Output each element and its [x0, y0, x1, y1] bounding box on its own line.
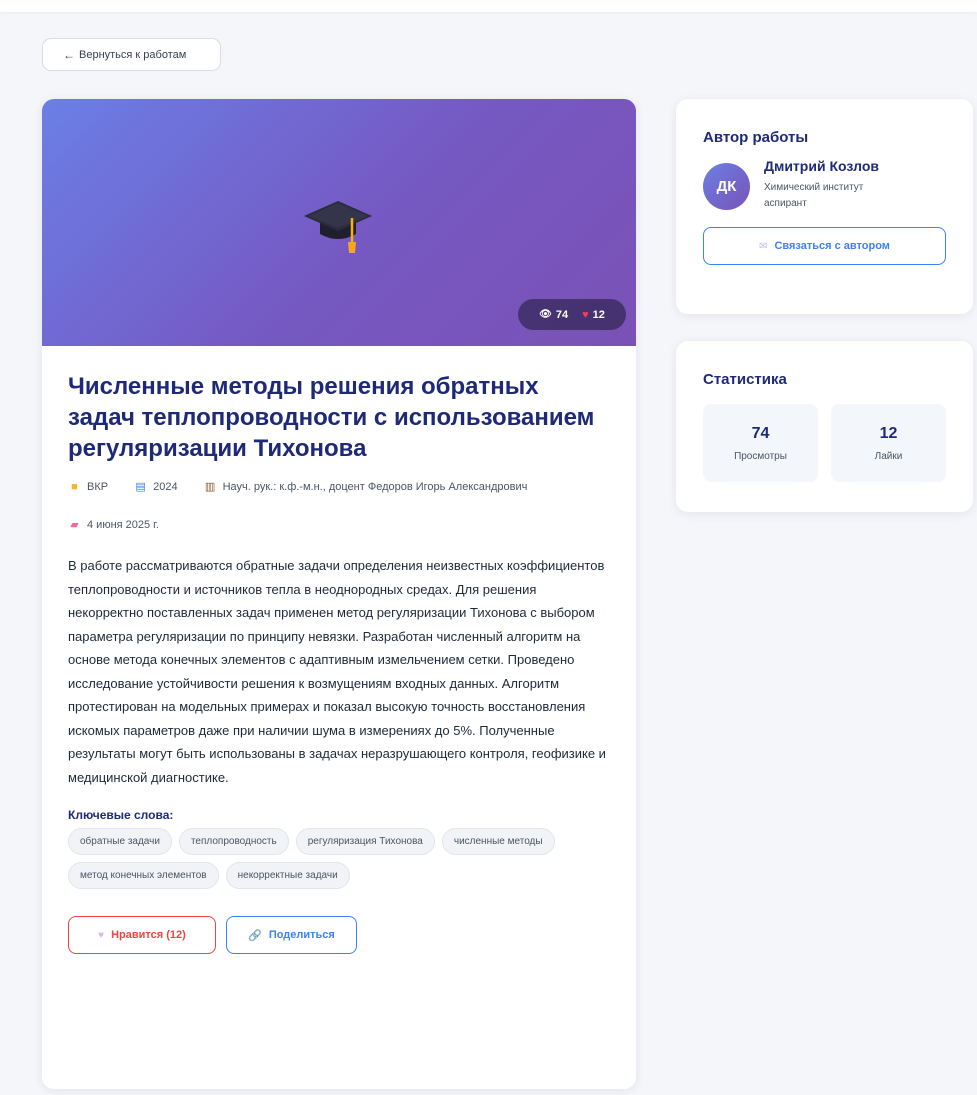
- keywords-title: Ключевые слова:: [68, 808, 174, 822]
- author-section-title: Автор работы: [703, 129, 809, 146]
- work-meta: ■ ВКР ▤ 2024 ▥ Науч. рук.: к.ф.-м.н., до…: [68, 480, 610, 494]
- work-year: ▤ 2024: [134, 480, 178, 494]
- author-position: аспирант: [764, 198, 807, 209]
- stats-card: Статистика 74 Просмотры 12 Лайки: [676, 341, 973, 512]
- views-counter: 👁 74: [539, 309, 568, 321]
- stat-views-label: Просмотры: [734, 450, 787, 462]
- keyword-tag[interactable]: обратные задачи: [68, 828, 172, 855]
- author-row: ДК Дмитрий Козлов Химический институт ас…: [703, 158, 946, 212]
- work-type: ■ ВКР: [68, 481, 108, 493]
- supervisor-label: Науч. рук.: к.ф.-м.н., доцент Федоров Иг…: [222, 480, 528, 493]
- work-actions: ♥ Нравится (12) 🔗 Поделиться: [68, 916, 610, 954]
- stat-likes-value: 12: [879, 424, 898, 442]
- views-count: 74: [555, 308, 569, 321]
- contact-button-label: Связаться с автором: [774, 240, 890, 252]
- work-content: Численные методы решения обратных задач …: [42, 346, 636, 954]
- link-icon: 🔗: [248, 929, 262, 942]
- work-year-label: 2024: [153, 480, 178, 493]
- contact-author-button[interactable]: ✉ Связаться с автором: [703, 227, 946, 265]
- work-abstract: В работе рассматриваются обратные задачи…: [68, 558, 606, 785]
- work-title: Численные методы решения обратных задач …: [68, 373, 595, 462]
- back-to-works-button[interactable]: ← Вернуться к работам: [42, 38, 221, 71]
- like-button[interactable]: ♥ Нравится (12): [68, 916, 216, 954]
- like-button-label: Нравится (12): [111, 929, 186, 941]
- stat-likes-label: Лайки: [874, 450, 903, 462]
- top-bar: [0, 0, 977, 12]
- memo-icon: ▰: [70, 519, 79, 531]
- calendar-icon: ▤: [135, 481, 146, 493]
- work-type-label: ВКР: [87, 480, 109, 493]
- stat-likes: 12 Лайки: [831, 404, 946, 482]
- books-icon: ▥: [204, 481, 216, 493]
- keyword-tag[interactable]: численные методы: [441, 828, 555, 855]
- graduation-cap-icon: [304, 201, 372, 253]
- eye-icon: 👁: [539, 309, 552, 320]
- author-card: Автор работы ДК Дмитрий Козлов Химически…: [676, 99, 973, 314]
- work-hero-banner: 👁 74 ♥ 12: [42, 99, 636, 346]
- work-supervisor: ▥ Науч. рук.: к.ф.-м.н., доцент Федоров …: [204, 480, 528, 494]
- stat-views-value: 74: [751, 424, 770, 442]
- author-name[interactable]: Дмитрий Козлов: [764, 158, 879, 174]
- work-date: ▰ 4 июня 2025 г.: [68, 518, 610, 532]
- hero-stats-badge: 👁 74 ♥ 12: [518, 299, 626, 330]
- work-date-label: 4 июня 2025 г.: [87, 518, 159, 531]
- stat-views: 74 Просмотры: [703, 404, 818, 482]
- folder-icon: ■: [71, 480, 78, 493]
- keyword-tag[interactable]: метод конечных элементов: [68, 862, 219, 889]
- share-button[interactable]: 🔗 Поделиться: [226, 916, 357, 954]
- author-institute: Химический институт: [764, 182, 864, 193]
- share-button-label: Поделиться: [268, 929, 335, 941]
- work-card: 👁 74 ♥ 12 Численные методы решения обрат…: [42, 99, 636, 1089]
- arrow-left-icon: ←: [63, 47, 75, 62]
- keyword-tag[interactable]: регуляризация Тихонова: [295, 828, 435, 855]
- heart-icon: ♥: [98, 929, 105, 941]
- back-button-label: Вернуться к работам: [79, 48, 187, 61]
- keywords-list: обратные задачи теплопроводность регуляр…: [68, 828, 613, 889]
- stats-section-title: Статистика: [703, 371, 787, 388]
- author-info: Дмитрий Козлов Химический институт аспир…: [764, 158, 879, 212]
- keyword-tag[interactable]: некорректные задачи: [225, 862, 350, 889]
- heart-icon: ♥: [582, 308, 589, 321]
- stats-grid: 74 Просмотры 12 Лайки: [703, 404, 946, 482]
- envelope-icon: ✉: [759, 240, 768, 252]
- keyword-tag[interactable]: теплопроводность: [178, 828, 289, 855]
- likes-counter: ♥ 12: [582, 309, 605, 321]
- likes-count: 12: [592, 308, 605, 321]
- avatar[interactable]: ДК: [703, 163, 750, 210]
